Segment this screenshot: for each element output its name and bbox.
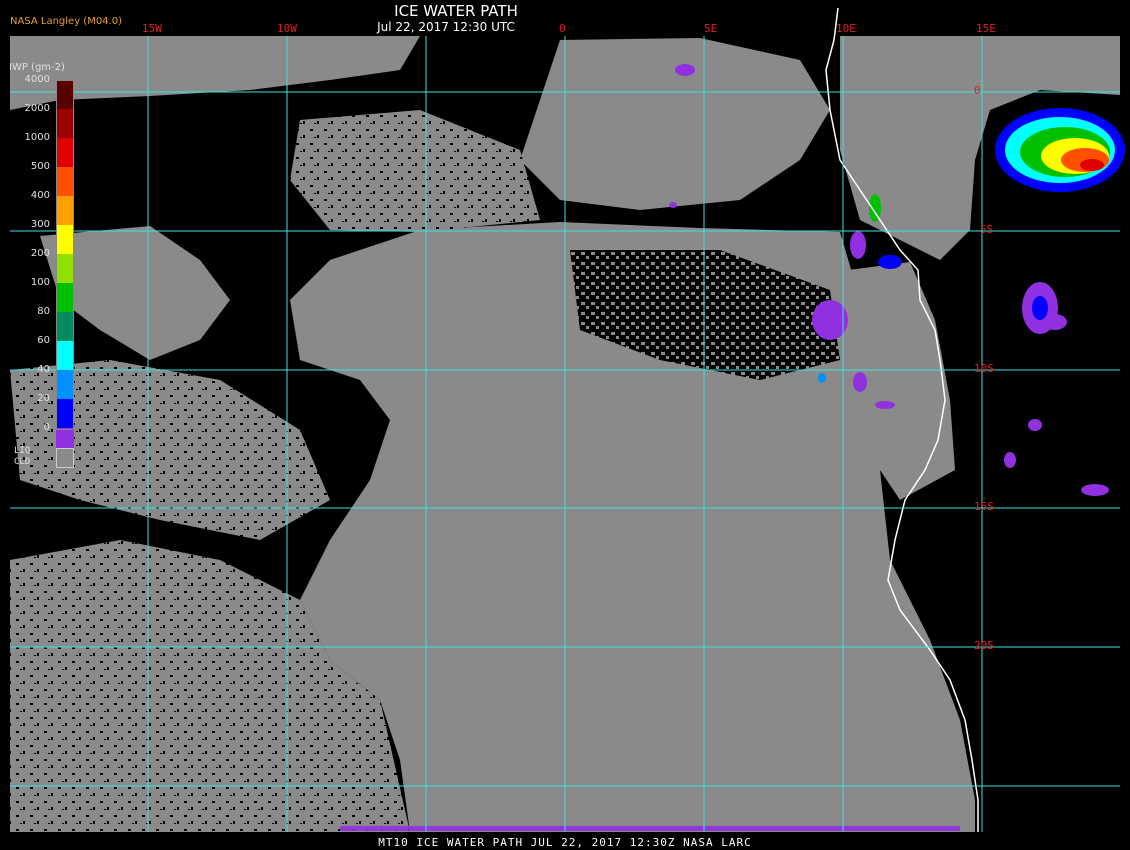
lat-label-10s: 10S [974,362,994,375]
legend-tick-label: 300 [30,219,50,230]
lat-label-15s: 15S [974,500,994,513]
legend-tick-label: 100 [30,277,50,288]
lat-label-5s: 5S [980,223,994,236]
map-timestamp: Jul 22, 2017 12:30 UTC [377,20,515,34]
lat-label-0: 0 [974,84,981,97]
lon-label-10w: 10W [277,22,297,35]
legend-tick-label: 400 [30,190,50,201]
legend-tick-label: 0 [43,422,50,433]
lon-label-5e: 5E [704,22,718,35]
legend-tick-label: 80 [37,306,50,317]
map-title: ICE WATER PATH [394,2,518,20]
legend-tick-label: 500 [30,161,50,172]
brand-label: NASA Langley (M04.0) [10,16,122,27]
footer-caption: MT10 ICE WATER PATH JUL 22, 2017 12:30Z … [378,836,752,849]
legend-tick-label: 20 [37,393,50,404]
legend-tick-label: 4000 [24,74,50,85]
legend-tick-label: 200 [30,248,50,259]
legend-tick-label: 2000 [24,103,50,114]
legend-tick-label: 1000 [24,132,50,143]
lon-label-0: 0 [559,22,566,35]
lat-label-20s: 20S [974,639,994,652]
lon-label-15w: 15W [142,22,162,35]
lon-label-10e: 10E [836,22,856,35]
legend-border [56,80,74,430]
liquid-cloud-swatch [56,448,74,468]
lon-label-15e: 15E [976,22,996,35]
legend-tick-label: 40 [37,364,50,375]
legend-tick-label: 60 [37,335,50,346]
liquid-cloud-label: LIQ CLD [14,446,31,467]
satellite-map [10,7,1125,832]
legend-title: IWP (gm-2) [9,62,65,73]
